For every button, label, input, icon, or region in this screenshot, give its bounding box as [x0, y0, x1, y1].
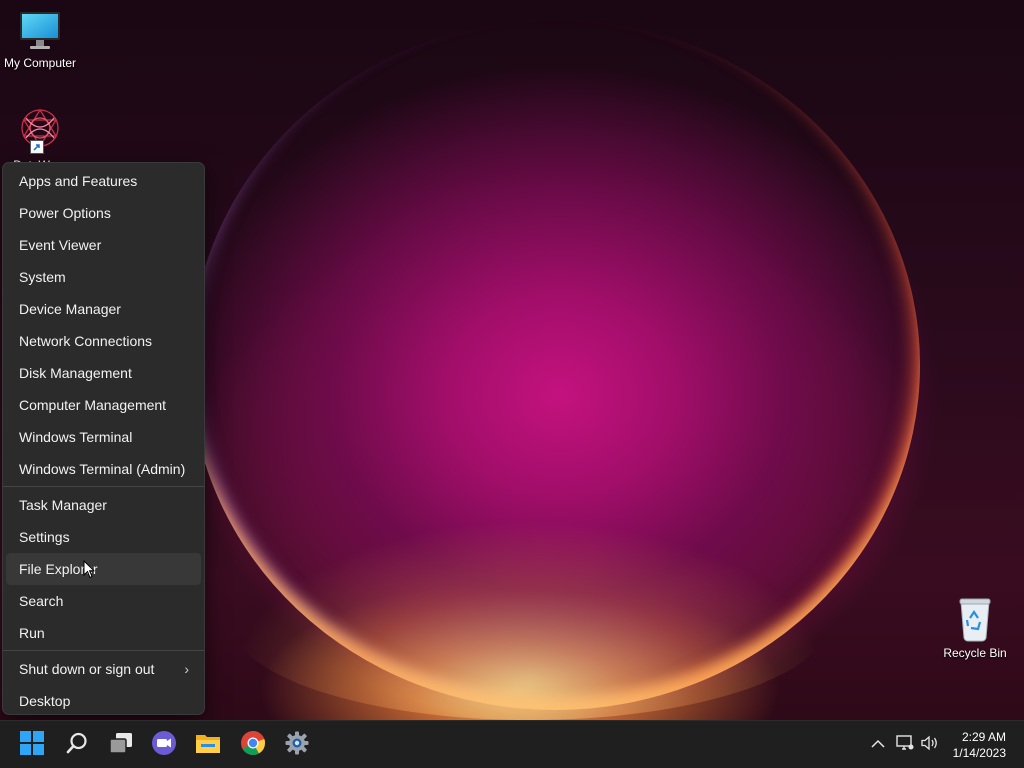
- windows-start-icon: [20, 730, 44, 760]
- menu-item-run[interactable]: Run: [6, 617, 201, 649]
- spiral-app-icon: [16, 106, 64, 154]
- menu-item-event-viewer[interactable]: Event Viewer: [6, 229, 201, 261]
- menu-item-task-manager[interactable]: Task Manager: [6, 489, 201, 521]
- quick-link-menu: Apps and Features Power Options Event Vi…: [2, 162, 205, 715]
- chrome-icon: [240, 730, 266, 761]
- search-icon: [65, 731, 89, 760]
- desktop-icon-label: Recycle Bin: [943, 646, 1007, 660]
- taskbar: 2:29 AM 1/14/2023: [0, 720, 1024, 768]
- menu-item-computer-management[interactable]: Computer Management: [6, 389, 201, 421]
- menu-item-disk-management[interactable]: Disk Management: [6, 357, 201, 389]
- menu-item-shut-down-or-sign-out[interactable]: Shut down or sign out ›: [6, 653, 201, 685]
- settings-gear-icon: [284, 730, 310, 761]
- mouse-cursor-icon: [83, 559, 96, 579]
- wallpaper-glow-bottom: [230, 520, 830, 720]
- menu-item-file-explorer[interactable]: File Explorer: [6, 553, 201, 585]
- menu-item-system[interactable]: System: [6, 261, 201, 293]
- taskbar-search-button[interactable]: [59, 727, 95, 763]
- shortcut-arrow-icon: [30, 140, 44, 154]
- show-hidden-icons-button[interactable]: [866, 721, 890, 768]
- settings-taskbar-button[interactable]: [279, 727, 315, 763]
- menu-item-label: Shut down or sign out: [19, 661, 155, 677]
- clock-date: 1/14/2023: [952, 746, 1006, 760]
- desktop: My Computer DataWarp: [0, 0, 1024, 768]
- clock-time: 2:29 AM: [961, 730, 1006, 744]
- menu-item-windows-terminal[interactable]: Windows Terminal: [6, 421, 201, 453]
- task-view-icon: [108, 731, 134, 760]
- chat-button[interactable]: [146, 727, 182, 763]
- volume-tray-button[interactable]: [918, 721, 942, 768]
- start-button[interactable]: [14, 727, 50, 763]
- desktop-icon-label: My Computer: [3, 56, 77, 70]
- speaker-icon: [920, 735, 940, 756]
- menu-item-settings[interactable]: Settings: [6, 521, 201, 553]
- menu-item-device-manager[interactable]: Device Manager: [6, 293, 201, 325]
- desktop-icon-recycle-bin[interactable]: Recycle Bin: [935, 596, 1015, 660]
- monitor-icon: [18, 10, 62, 52]
- menu-separator: [3, 650, 204, 651]
- desktop-icon-my-computer[interactable]: My Computer: [0, 10, 80, 70]
- chevron-up-icon: [871, 736, 885, 754]
- file-explorer-taskbar-button[interactable]: [190, 727, 226, 763]
- wallpaper-glow-arc: [190, 20, 920, 710]
- chrome-taskbar-button[interactable]: [235, 727, 271, 763]
- network-icon: [896, 734, 914, 756]
- menu-item-network-connections[interactable]: Network Connections: [6, 325, 201, 357]
- recycle-bin-icon: [955, 596, 995, 642]
- menu-item-desktop[interactable]: Desktop: [6, 685, 201, 717]
- menu-item-windows-terminal-admin[interactable]: Windows Terminal (Admin): [6, 453, 201, 485]
- menu-item-apps-and-features[interactable]: Apps and Features: [6, 165, 201, 197]
- menu-separator: [3, 486, 204, 487]
- menu-item-search[interactable]: Search: [6, 585, 201, 617]
- network-tray-button[interactable]: [894, 721, 916, 768]
- teams-chat-icon: [151, 730, 177, 761]
- file-explorer-icon: [195, 731, 221, 760]
- chevron-right-icon: ›: [184, 661, 189, 677]
- clock[interactable]: 2:29 AM 1/14/2023: [953, 729, 1006, 761]
- task-view-button[interactable]: [103, 727, 139, 763]
- menu-item-power-options[interactable]: Power Options: [6, 197, 201, 229]
